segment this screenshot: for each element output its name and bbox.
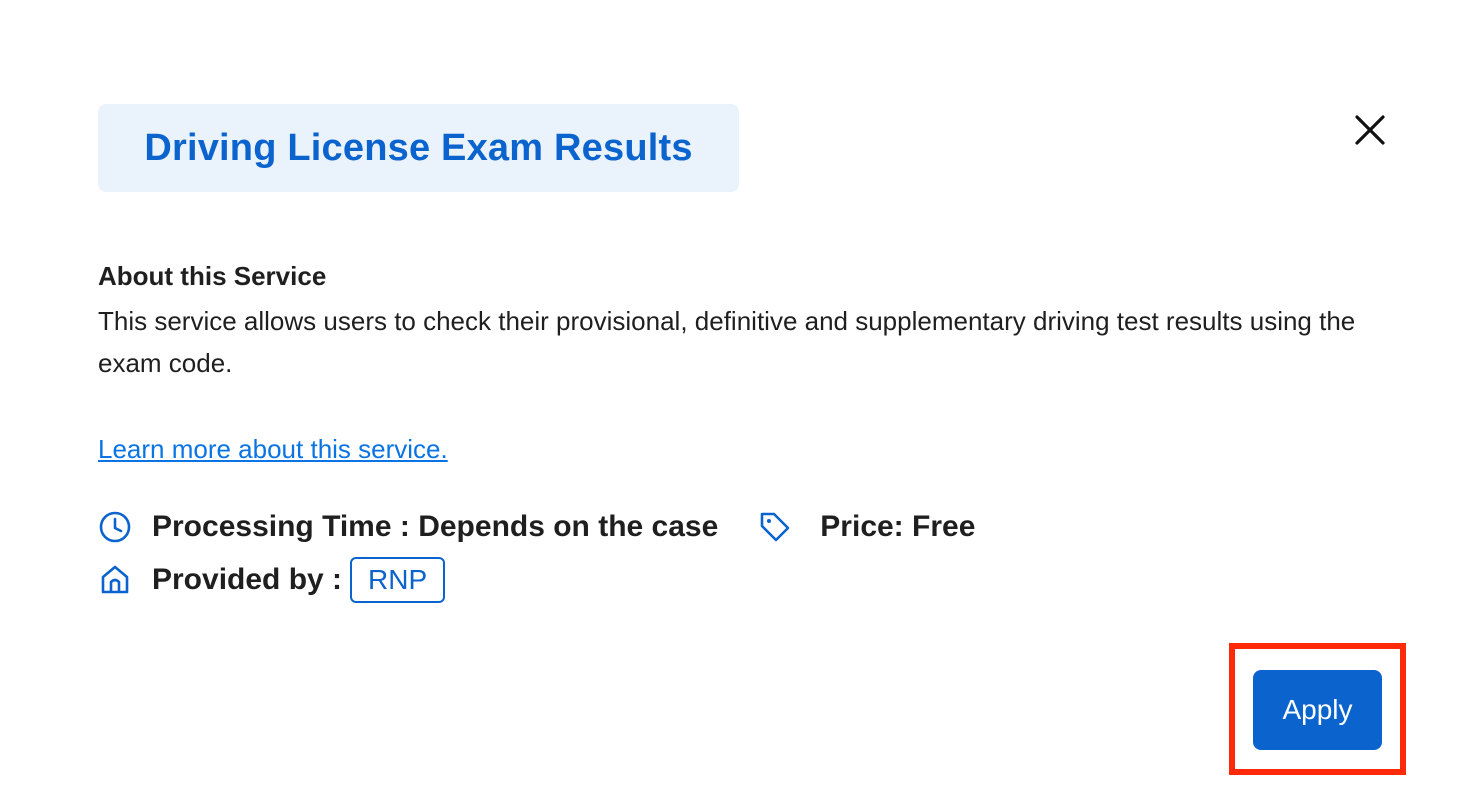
tag-icon bbox=[758, 510, 792, 544]
provided-by-label: Provided by : bbox=[152, 563, 343, 596]
meta-row-processing: Processing Time : Depends on the case Pr… bbox=[98, 510, 975, 544]
close-icon bbox=[1355, 115, 1385, 145]
home-icon bbox=[98, 563, 132, 597]
apply-button[interactable]: Apply bbox=[1253, 670, 1382, 750]
provider-badge[interactable]: RNP bbox=[350, 557, 446, 603]
close-button[interactable] bbox=[1348, 108, 1392, 152]
processing-time-text: Processing Time : Depends on the case bbox=[152, 510, 719, 543]
title-banner: Driving License Exam Results bbox=[98, 104, 739, 192]
service-modal: Driving License Exam Results About this … bbox=[0, 0, 1462, 804]
modal-title: Driving License Exam Results bbox=[144, 126, 693, 169]
price-text: Price: Free bbox=[820, 510, 976, 543]
about-heading: About this Service bbox=[98, 261, 327, 291]
about-description: This service allows users to check their… bbox=[98, 306, 1356, 378]
clock-icon bbox=[98, 510, 132, 544]
price-group: Price: Free bbox=[758, 510, 975, 544]
learn-more-link[interactable]: Learn more about this service. bbox=[98, 434, 448, 465]
meta-row-provider: Provided by : RNP bbox=[98, 557, 446, 603]
